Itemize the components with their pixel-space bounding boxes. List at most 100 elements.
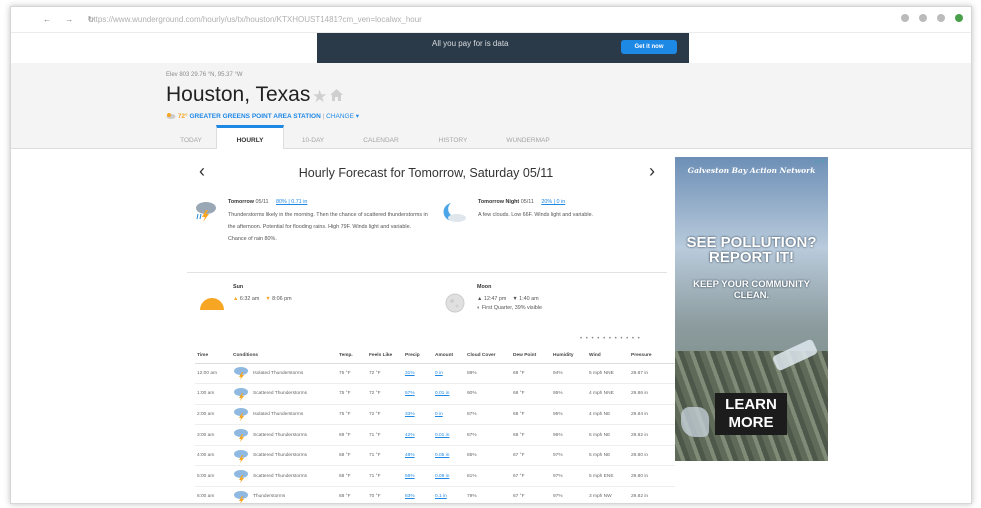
cell-amount[interactable]: 0.1 in bbox=[433, 486, 465, 503]
cell-precip[interactable]: 57% bbox=[403, 383, 433, 405]
cell-dew-point: 68 °F bbox=[511, 424, 551, 446]
table-row: 5:00 am Scattered Thunderstorms 68 °F 71 °F… bbox=[195, 465, 675, 488]
cell-amount[interactable]: 0.05 in bbox=[433, 445, 465, 467]
sunrise-icon: ▲ bbox=[233, 296, 239, 302]
cell-feels-like: 71 °F bbox=[367, 424, 403, 446]
cell-conditions: Scattered Thunderstorms bbox=[231, 383, 337, 405]
col-wind[interactable]: Wind bbox=[587, 349, 629, 364]
top-banner-ad[interactable]: All you pay for is data Get it now bbox=[317, 33, 689, 63]
table-row: 1:00 am Scattered Thunderstorms 75 °F 72 °F… bbox=[195, 383, 675, 405]
cell-feels-like: 70 °F bbox=[367, 486, 403, 503]
sun-icon bbox=[200, 298, 224, 310]
cell-dew-point: 67 °F bbox=[511, 445, 551, 467]
ad-cta-button[interactable]: Get it now bbox=[621, 40, 677, 54]
night-precip[interactable]: 20% | 0 in bbox=[541, 199, 565, 205]
day-precip[interactable]: 80% | 0.71 in bbox=[276, 199, 307, 205]
cell-amount[interactable]: 0.01 in bbox=[433, 383, 465, 405]
cell-cloud-cover: 79% bbox=[465, 486, 511, 503]
cell-time: 3:00 am bbox=[195, 424, 231, 446]
cell-precip[interactable]: 56% bbox=[403, 465, 433, 488]
thunderstorm-icon bbox=[196, 202, 216, 222]
cell-amount[interactable]: 0.09 in bbox=[433, 465, 465, 488]
cell-precip[interactable]: 42% bbox=[403, 424, 433, 446]
address-bar[interactable]: https://www.wunderground.com/hourly/us/t… bbox=[89, 15, 422, 24]
cell-temp: 69 °F bbox=[337, 424, 367, 446]
cell-temp: 75 °F bbox=[337, 404, 367, 426]
cell-amount[interactable]: 0 in bbox=[433, 363, 465, 385]
table-row: 6:00 am Thunderstorms 68 °F 70 °F 83% 0.1 in 7… bbox=[195, 486, 675, 503]
tab-history[interactable]: HISTORY bbox=[420, 125, 486, 149]
next-day-arrow[interactable]: › bbox=[649, 161, 655, 182]
cell-wind: 5 mph ENE bbox=[587, 465, 629, 488]
cell-feels-like: 71 °F bbox=[367, 465, 403, 488]
condition-text: Scattered Thunderstorms bbox=[253, 473, 308, 479]
cell-amount[interactable]: 0.01 in bbox=[433, 424, 465, 446]
tab-today[interactable]: TODAY bbox=[166, 125, 216, 149]
ad-org-name: Galveston Bay Action Network bbox=[687, 166, 816, 175]
home-icon[interactable] bbox=[330, 89, 343, 101]
pagination-dots[interactable]: • • • • • • • • • • • bbox=[580, 336, 641, 342]
condition-text: Scattered Thunderstorms bbox=[253, 432, 308, 438]
hourly-table: Time Conditions Temp. Feels Like Precip … bbox=[195, 349, 675, 503]
favorite-star-icon[interactable]: ★ bbox=[312, 87, 327, 107]
col-temp[interactable]: Temp. bbox=[337, 349, 367, 364]
cell-cloud-cover: 87% bbox=[465, 404, 511, 426]
day-date: 05/11 bbox=[255, 199, 269, 205]
thunderstorm-icon bbox=[234, 408, 248, 422]
cell-dew-point: 67 °F bbox=[511, 486, 551, 503]
cell-precip[interactable]: 83% bbox=[403, 486, 433, 503]
station-name[interactable]: GREATER GREENS POINT AREA STATION bbox=[189, 113, 320, 120]
extension-icon[interactable] bbox=[919, 14, 927, 22]
hourly-forecast-panel: ‹ Hourly Forecast for Tomorrow, Saturday… bbox=[181, 149, 675, 503]
cell-cloud-cover: 85% bbox=[465, 445, 511, 467]
browser-toolbar: ← → ↻ https://www.wunderground.com/hourl… bbox=[11, 7, 971, 33]
tab-wundermap[interactable]: WUNDERMAP bbox=[486, 125, 570, 149]
col-time[interactable]: Time bbox=[195, 349, 231, 364]
col-amount[interactable]: Amount bbox=[433, 349, 465, 364]
tab-10-day[interactable]: 10-DAY bbox=[284, 125, 342, 149]
cell-precip[interactable]: 31% bbox=[403, 363, 433, 385]
cell-wind: 3 mph NW bbox=[587, 486, 629, 503]
cell-dew-point: 67 °F bbox=[511, 465, 551, 488]
ad-headline: SEE POLLUTION? REPORT IT! bbox=[686, 234, 817, 266]
cell-precip[interactable]: 33% bbox=[403, 404, 433, 426]
change-station-link[interactable]: CHANGE ▾ bbox=[326, 113, 359, 120]
col-precip[interactable]: Precip bbox=[403, 349, 433, 364]
condition-cell: Scattered Thunderstorms bbox=[233, 469, 335, 484]
col-pressure[interactable]: Pressure bbox=[629, 349, 675, 364]
profile-icon[interactable] bbox=[955, 14, 963, 22]
cell-humidity: 97% bbox=[551, 465, 587, 488]
col-feels-like[interactable]: Feels Like bbox=[367, 349, 403, 364]
table-row: 4:00 am Scattered Thunderstorms 68 °F 71 °F… bbox=[195, 445, 675, 467]
table-row: 12:00 am Isolated Thunderstorms 75 °F 72 °F… bbox=[195, 363, 675, 385]
adchoices-icon[interactable]: ▷ × bbox=[815, 158, 825, 165]
col-dew-point[interactable]: Dew Point bbox=[511, 349, 551, 364]
col-conditions[interactable]: Conditions bbox=[231, 349, 337, 364]
side-banner-ad[interactable]: Galveston Bay Action Network ▷ × SEE POL… bbox=[675, 157, 828, 461]
divider bbox=[187, 272, 667, 273]
col-humidity[interactable]: Humidity bbox=[551, 349, 587, 364]
extension-icon[interactable] bbox=[937, 14, 945, 22]
moonrise-icon: ▲ bbox=[477, 296, 483, 302]
cell-time: 2:00 am bbox=[195, 404, 231, 426]
cell-precip[interactable]: 48% bbox=[403, 445, 433, 467]
extension-icon[interactable] bbox=[901, 14, 909, 22]
cell-conditions: Isolated Thunderstorms bbox=[231, 404, 337, 426]
cell-wind: 5 mph NE bbox=[587, 424, 629, 446]
moon-info: Moon ▲ 12:47 pm ▼ 1:40 am ◐ First Quarte… bbox=[477, 284, 542, 311]
condition-cell: Isolated Thunderstorms bbox=[233, 407, 335, 422]
day-forecast: Tomorrow 05/11 80% | 0.71 in Thunderstor… bbox=[228, 197, 428, 245]
table-row: 2:00 am Isolated Thunderstorms 75 °F 72 °F 3… bbox=[195, 404, 675, 426]
learn-more-button[interactable]: LEARN MORE bbox=[715, 393, 787, 435]
cell-cloud-cover: 81% bbox=[465, 465, 511, 488]
day-heading: Tomorrow bbox=[228, 199, 254, 205]
condition-cell: Thunderstorms bbox=[233, 490, 335, 503]
tab-calendar[interactable]: CALENDAR bbox=[342, 125, 420, 149]
thunderstorm-icon bbox=[234, 387, 248, 401]
table-header-row: Time Conditions Temp. Feels Like Precip … bbox=[195, 349, 675, 364]
sunset-icon: ▼ bbox=[265, 296, 271, 302]
tab-hourly[interactable]: HOURLY bbox=[216, 125, 284, 149]
col-cloud-cover[interactable]: Cloud Cover bbox=[465, 349, 511, 364]
coordinates: Elev 803 29.76 °N, 95.37 °W bbox=[166, 72, 243, 78]
cell-amount[interactable]: 0 in bbox=[433, 404, 465, 426]
